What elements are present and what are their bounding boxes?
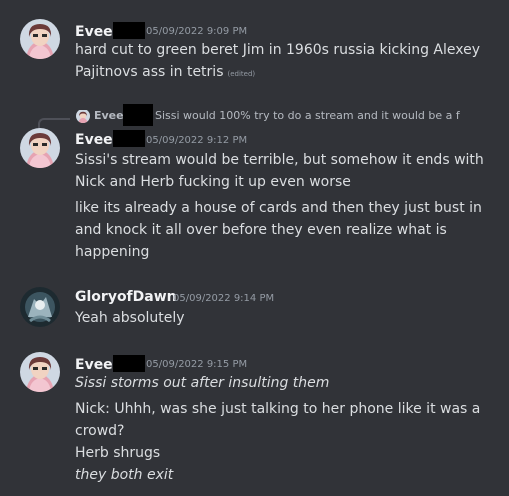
author-name[interactable]: GloryofDawn — [75, 289, 177, 305]
avatar[interactable] — [20, 352, 60, 392]
timestamp: 05/09/2022 9:15 PM — [146, 359, 248, 370]
author-name[interactable]: Evee — [75, 22, 145, 40]
message-line: they both exit — [75, 467, 174, 483]
timestamp: 05/09/2022 9:12 PM — [146, 135, 248, 146]
author-name[interactable]: Evee — [75, 130, 145, 148]
avatar[interactable] — [20, 287, 60, 327]
message-line: Pajitnovs ass in tetris (edited) — [75, 64, 256, 80]
message-line: Nick: Uhhh, was she just talking to her … — [75, 401, 481, 417]
message-line: like its already a house of cards and th… — [75, 200, 482, 216]
reply-preview[interactable]: Sissi would 100% try to do a stream and … — [155, 109, 475, 122]
message-line: Herb shrugs — [75, 445, 161, 461]
reply-avatar[interactable] — [76, 109, 90, 123]
message-line: and knock it all over before they even r… — [75, 222, 447, 238]
message-line: Yeah absolutely — [75, 310, 185, 326]
message-line: Sissi storms out after insulting them — [75, 375, 330, 391]
message-line: happening — [75, 244, 150, 260]
message-line: Nick and Herb fucking it up even worse — [75, 174, 351, 190]
timestamp: 05/09/2022 9:09 PM — [146, 26, 248, 37]
timestamp: 05/09/2022 9:14 PM — [173, 293, 275, 304]
message-line: hard cut to green beret Jim in 1960s rus… — [75, 42, 481, 58]
redaction — [123, 104, 153, 126]
message-line: Sissi's stream would be terrible, but so… — [75, 152, 484, 168]
avatar[interactable] — [20, 128, 60, 168]
author-name[interactable]: Evee — [75, 355, 145, 373]
reply-author[interactable]: Evee — [94, 109, 124, 122]
avatar[interactable] — [20, 19, 60, 59]
edited-label: (edited) — [227, 70, 256, 78]
message-line: crowd? — [75, 423, 125, 439]
